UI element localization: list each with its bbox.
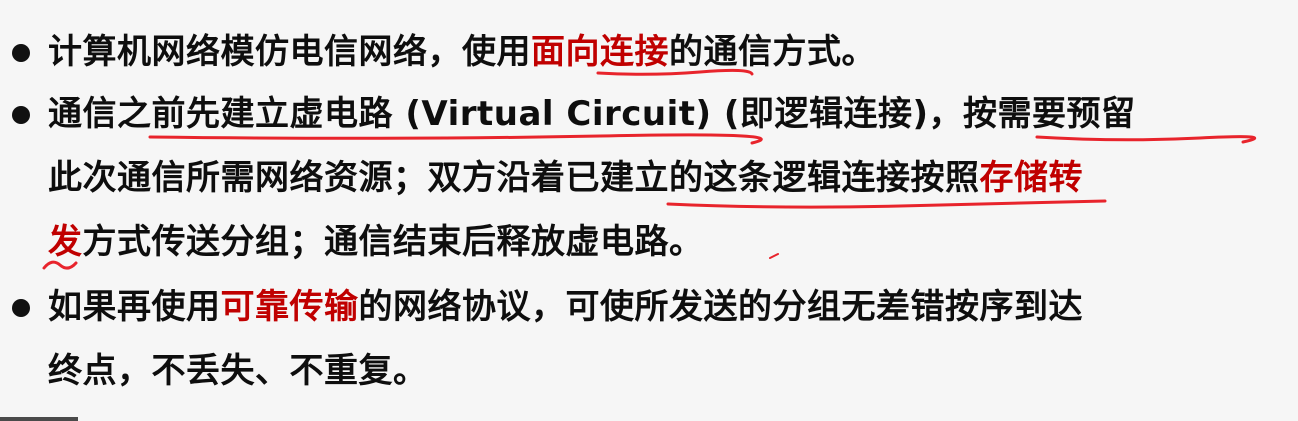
underline-reserve-resources [1035,135,1257,144]
slide: 计算机网络模仿电信网络，使用面向连接的通信方式。 通信之前先建立虚电路 (Vir… [0,0,1298,421]
highlight-connection-oriented: 面向连接 [531,32,669,72]
text-segment: 方式传送分组；通信结束后释放虚电路。 [82,222,704,262]
bullet-3-line-1: 如果再使用可靠传输的网络协议，可使所发送的分组无差错按序到达 [48,285,1083,329]
bullet-2-line-1: 通信之前先建立虚电路 (Virtual Circuit) (即逻辑连接)，按需要… [48,92,1136,136]
underline-line-2-2 [666,199,1107,209]
highlight-store-and-forward: 存储转 [979,158,1083,198]
bullet-dot-icon [12,299,30,317]
text-segment: 终点，不丢失、不重复。 [48,351,428,391]
text-segment: 计算机网络模仿电信网络，使用 [48,32,531,72]
highlight-store-and-forward-end: 发 [48,222,83,262]
tick-mark [769,253,779,259]
bullet-1-line-1: 计算机网络模仿电信网络，使用面向连接的通信方式。 [48,30,876,74]
text-segment: 的网络协议，可使所发送的分组无差错按序到达 [358,287,1083,327]
text-segment: 如果再使用 [48,287,221,327]
text-segment: 的通信方式。 [669,32,876,72]
corner-bar [0,417,78,421]
text-segment: 此次通信所需网络资源；双方沿着已建立的这条逻辑连接按照 [48,158,980,198]
text-segment: 通信之前先建立虚电路 (Virtual Circuit) (即逻辑连接)，按需要… [48,94,1136,134]
bullet-2-line-2: 此次通信所需网络资源；双方沿着已建立的这条逻辑连接按照存储转 [48,156,1083,200]
bullet-2-line-3: 发方式传送分组；通信结束后释放虚电路。 [48,220,704,264]
bullet-dot-icon [12,44,30,62]
bullet-3-line-2: 终点，不丢失、不重复。 [48,349,428,393]
highlight-reliable-transport: 可靠传输 [220,287,359,327]
underline-line-2-1 [148,133,763,145]
bullet-dot-icon [12,106,30,124]
